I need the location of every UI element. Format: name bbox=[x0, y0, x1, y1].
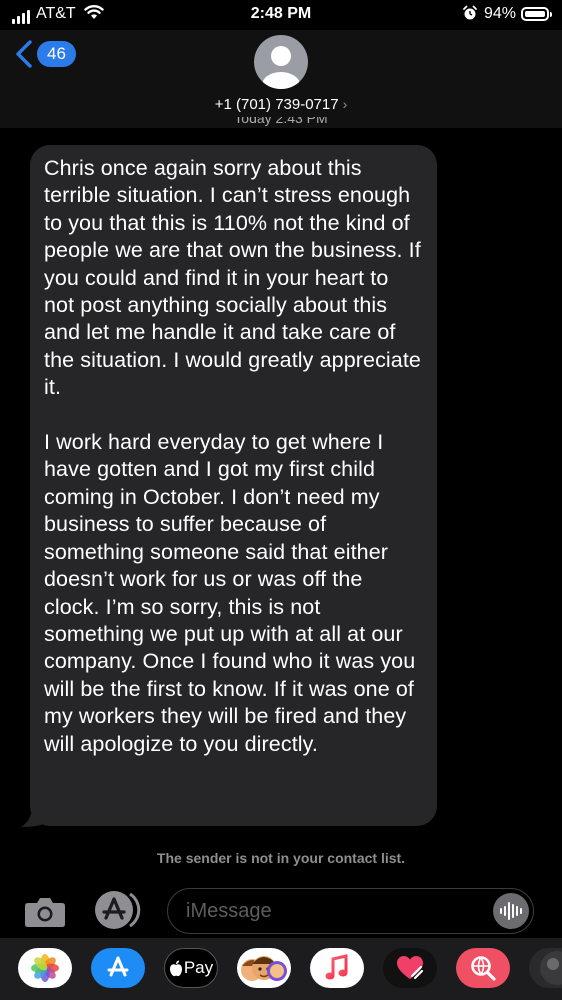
digital-touch-icon[interactable] bbox=[383, 948, 437, 988]
apple-pay-icon[interactable]: Pay bbox=[164, 948, 218, 988]
waveform-icon bbox=[500, 902, 522, 920]
audio-message-button[interactable] bbox=[493, 893, 529, 929]
app-drawer: Pay bbox=[0, 938, 562, 1000]
contact-phone-number: +1 (701) 739-0717 bbox=[214, 96, 339, 113]
conversation-header: 46 +1 (701) 739-0717 › bbox=[0, 30, 562, 128]
web-search-icon[interactable] bbox=[456, 948, 510, 988]
chevron-right-icon: › bbox=[342, 96, 348, 112]
person-icon bbox=[262, 46, 300, 89]
unknown-sender-notice: The sender is not in your contact list. bbox=[156, 850, 406, 866]
apple-pay-label: Pay bbox=[183, 958, 214, 977]
alarm-icon bbox=[463, 5, 477, 20]
music-icon[interactable] bbox=[310, 948, 364, 988]
contact-details-link[interactable]: +1 (701) 739-0717 › bbox=[0, 96, 562, 113]
status-bar: AT&T 2:48 PM 94% bbox=[0, 0, 562, 30]
more-apps-icon[interactable] bbox=[529, 948, 562, 988]
apple-logo-icon bbox=[169, 960, 182, 976]
memoji-icon[interactable] bbox=[237, 948, 291, 988]
app-store-icon[interactable] bbox=[94, 890, 144, 930]
battery-percent: 94% bbox=[484, 5, 517, 22]
contact-avatar[interactable] bbox=[254, 35, 308, 89]
camera-icon[interactable] bbox=[24, 894, 66, 928]
battery-icon bbox=[521, 7, 552, 21]
received-message-bubble[interactable]: Chris once again sorry about this terrib… bbox=[30, 145, 437, 826]
app-store-icon[interactable] bbox=[91, 948, 145, 988]
chevron-left-icon bbox=[16, 40, 32, 68]
photos-icon[interactable] bbox=[18, 948, 72, 988]
message-timestamp: Today 2:43 PM bbox=[234, 117, 328, 126]
back-button[interactable]: 46 bbox=[14, 40, 76, 68]
message-input[interactable]: iMessage bbox=[167, 888, 534, 934]
clock: 2:48 PM bbox=[250, 5, 312, 22]
message-placeholder: iMessage bbox=[186, 900, 272, 922]
unread-count-badge: 46 bbox=[37, 41, 76, 67]
